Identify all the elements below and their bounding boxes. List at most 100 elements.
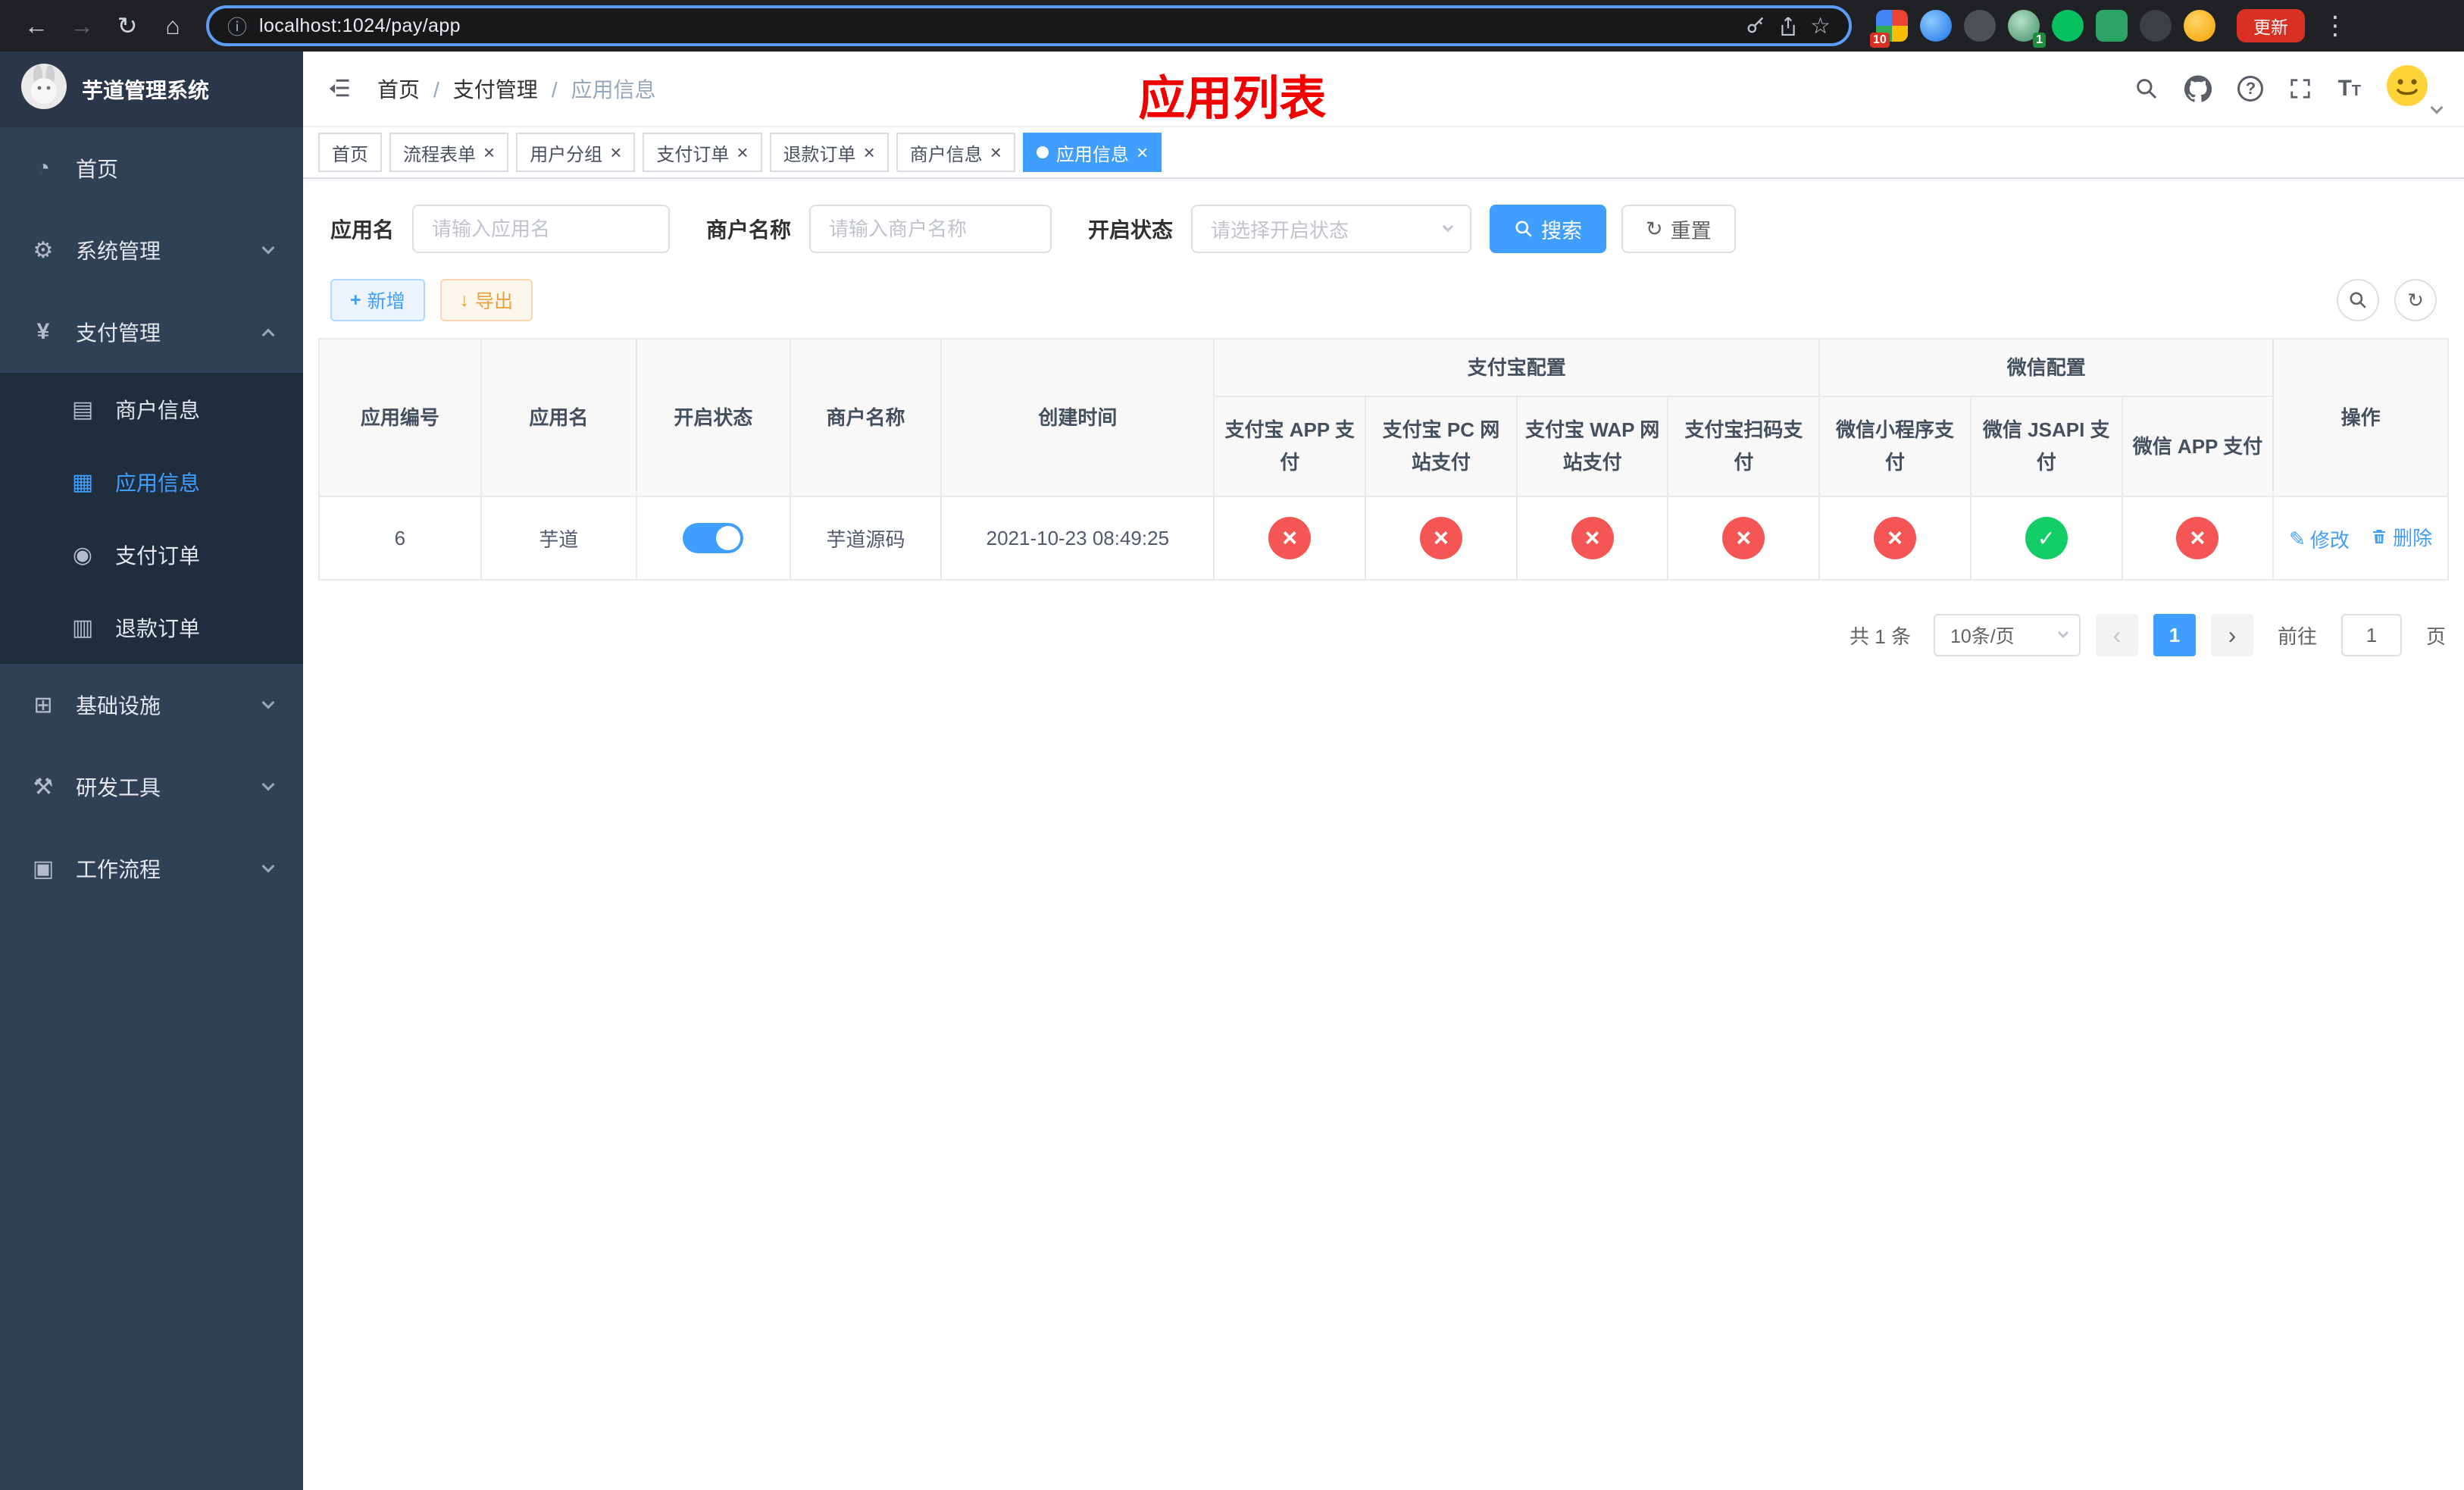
alipay-pc-status-icon (1419, 517, 1462, 559)
merchant-name-input[interactable] (809, 205, 1052, 253)
bookmark-star-icon[interactable] (1810, 13, 1831, 39)
extension-icon[interactable] (1964, 10, 1996, 42)
chevron-down-icon (261, 696, 275, 709)
status-toggle[interactable] (683, 523, 744, 553)
cell-create-time: 2021-10-23 08:49:25 (940, 496, 1215, 581)
sidebar: 芋道管理系统 首页 系统管理 支付管理 商户信息 (0, 52, 303, 1490)
password-key-icon[interactable] (1745, 15, 1766, 36)
tab-app-info[interactable]: 应用信息 (1022, 133, 1162, 172)
tab-merchant-info[interactable]: 商户信息 (896, 133, 1015, 172)
extension-icon[interactable] (2184, 10, 2215, 42)
goto-page-input[interactable] (2340, 614, 2402, 656)
close-icon[interactable] (864, 142, 875, 162)
sidebar-item-pay-order[interactable]: 支付订单 (0, 518, 303, 591)
share-icon[interactable] (1778, 14, 1798, 37)
next-page-button[interactable] (2210, 614, 2253, 656)
delete-link[interactable]: 删除 (2370, 523, 2432, 551)
sidebar-item-app-info[interactable]: 应用信息 (0, 446, 303, 518)
help-icon[interactable] (2237, 76, 2264, 102)
order-icon (70, 542, 95, 568)
close-icon[interactable] (1137, 142, 1148, 162)
col-header-alipay-pc: 支付宝 PC 网站支付 (1365, 396, 1518, 497)
search-button[interactable]: 搜索 (1490, 205, 1607, 253)
app-logo-row[interactable]: 芋道管理系统 (0, 52, 303, 127)
table-settings (2337, 279, 2437, 321)
font-size-icon[interactable] (2337, 76, 2361, 102)
page-size-select[interactable]: 10条/页 (1933, 614, 2081, 656)
reset-icon (1646, 218, 1663, 241)
cell-merchant: 芋道源码 (789, 496, 943, 581)
sidebar-item-dev-tools[interactable]: 研发工具 (0, 746, 303, 828)
chevron-down-icon (261, 778, 275, 791)
extension-icon[interactable]: 1 (2008, 10, 2046, 48)
export-button[interactable]: 导出 (439, 279, 533, 321)
url-text[interactable]: localhost:1024/pay/app (259, 15, 461, 37)
browser-home-icon[interactable] (152, 5, 194, 47)
cell-app-name: 芋道 (480, 496, 638, 581)
refresh-icon[interactable] (2394, 279, 2437, 321)
extension-icon[interactable] (2052, 10, 2084, 42)
tab-label: 应用信息 (1055, 144, 1129, 165)
tab-user-group[interactable]: 用户分组 (516, 133, 636, 172)
sidebar-item-payment[interactable]: 支付管理 (0, 291, 303, 373)
tab-process-form[interactable]: 流程表单 (389, 133, 509, 172)
breadcrumb-home[interactable]: 首页 (377, 74, 453, 104)
navbar-actions (2134, 65, 2444, 114)
hamburger-icon[interactable] (326, 75, 353, 102)
tab-label: 支付订单 (656, 144, 730, 165)
github-icon[interactable] (2184, 75, 2212, 102)
status-label: 开启状态 (1088, 218, 1174, 242)
toggle-search-icon[interactable] (2337, 279, 2379, 321)
extension-icon[interactable] (2140, 10, 2172, 42)
browser-back-icon[interactable] (15, 5, 58, 47)
sidebar-item-system[interactable]: 系统管理 (0, 209, 303, 291)
cell-wx-jsapi (1969, 496, 2123, 581)
close-icon[interactable] (483, 142, 495, 162)
close-icon[interactable] (610, 142, 621, 162)
col-header-wx-mini: 微信小程序支付 (1818, 396, 1972, 497)
col-header-app-name: 应用名 (480, 338, 638, 497)
active-tab-dot (1036, 146, 1049, 158)
trash-icon (2373, 530, 2386, 544)
current-page[interactable]: 1 (2153, 614, 2196, 656)
sidebar-item-workflow[interactable]: 工作流程 (0, 828, 303, 909)
top-navbar: 首页 支付管理 应用信息 应用列表 (303, 52, 2464, 127)
edit-link-label: 修改 (2309, 529, 2350, 552)
edit-link[interactable]: 修改 (2289, 525, 2350, 553)
close-icon[interactable] (990, 142, 1002, 162)
cell-wx-mini (1818, 496, 1972, 581)
sidebar-item-label: 研发工具 (76, 776, 161, 800)
browser-update-button[interactable]: 更新 (2237, 9, 2305, 42)
browser-reload-icon[interactable] (106, 5, 149, 47)
user-avatar-menu[interactable] (2387, 65, 2444, 114)
reset-button[interactable]: 重置 (1621, 205, 1736, 253)
fullscreen-icon[interactable] (2289, 77, 2312, 100)
status-select[interactable]: 请选择开启状态 (1191, 205, 1472, 253)
sidebar-item-infrastructure[interactable]: 基础设施 (0, 664, 303, 746)
cell-alipay-pc (1365, 496, 1518, 581)
extension-icon[interactable] (2096, 10, 2128, 42)
tab-home[interactable]: 首页 (318, 133, 382, 172)
site-info-icon[interactable] (227, 12, 247, 40)
main-area: 首页 支付管理 应用信息 应用列表 (303, 52, 2464, 1490)
app-window: 芋道管理系统 首页 系统管理 支付管理 商户信息 (0, 52, 2464, 1490)
close-icon[interactable] (736, 142, 748, 162)
add-button[interactable]: 新增 (330, 279, 425, 321)
tab-label: 用户分组 (530, 144, 603, 165)
sidebar-item-refund-order[interactable]: 退款订单 (0, 591, 303, 664)
sidebar-item-home[interactable]: 首页 (0, 127, 303, 209)
search-icon[interactable] (2134, 77, 2159, 101)
extension-icon[interactable] (1920, 10, 1952, 42)
address-bar[interactable]: localhost:1024/pay/app (206, 5, 1852, 46)
tab-refund-order[interactable]: 退款订单 (769, 133, 889, 172)
breadcrumb-payment[interactable]: 支付管理 (453, 74, 571, 104)
tab-pay-order[interactable]: 支付订单 (643, 133, 762, 172)
export-button-label: 导出 (475, 291, 514, 312)
chevron-down-icon (261, 859, 275, 873)
browser-menu-icon[interactable] (2314, 5, 2356, 47)
browser-forward-icon[interactable] (61, 5, 103, 47)
prev-page-button[interactable] (2095, 614, 2138, 656)
app-name-input[interactable] (412, 205, 671, 253)
extension-icon[interactable]: 10 (1870, 10, 1908, 48)
sidebar-item-merchant-info[interactable]: 商户信息 (0, 373, 303, 446)
